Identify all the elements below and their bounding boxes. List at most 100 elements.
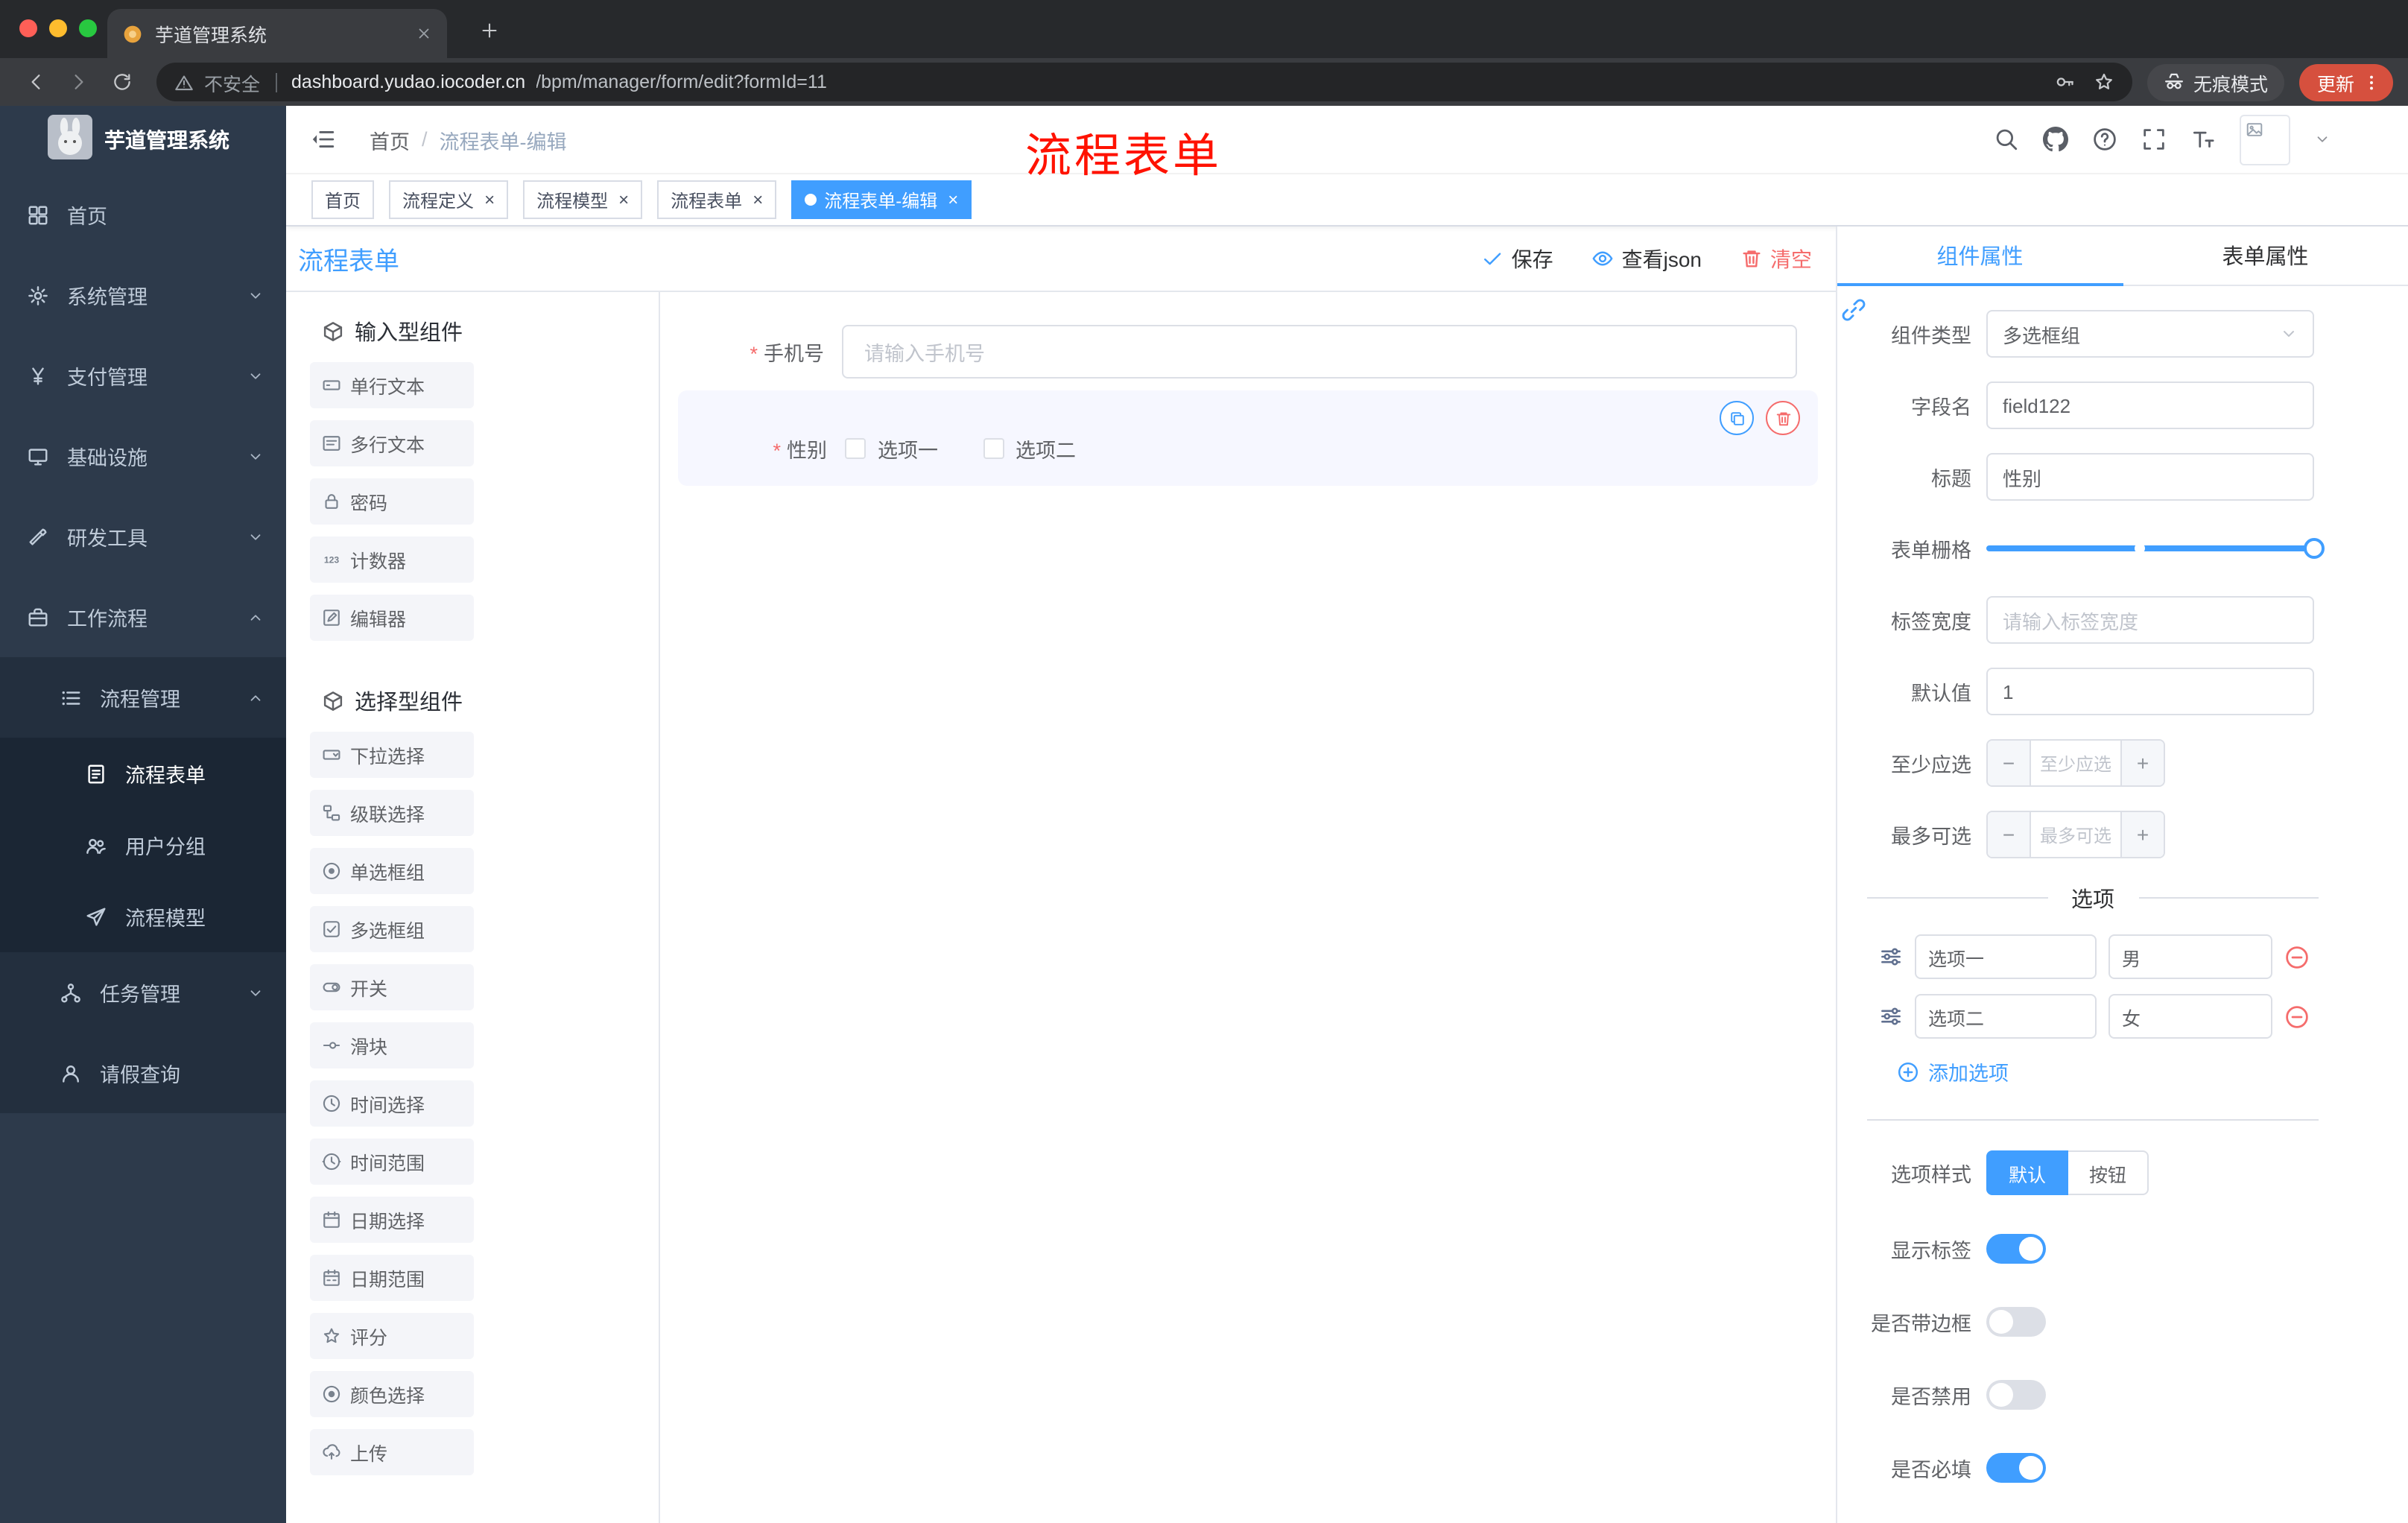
sidebar-item-基础设施[interactable]: 基础设施 — [0, 416, 286, 496]
tag-close-icon[interactable]: × — [618, 189, 629, 210]
form-canvas[interactable]: 手机号 请输入手机号 — [660, 292, 1836, 1523]
sidebar-item-研发工具[interactable]: 研发工具 — [0, 496, 286, 577]
component-上传[interactable]: 上传 — [310, 1429, 474, 1475]
help-icon[interactable] — [2092, 127, 2117, 152]
component-计数器[interactable]: 123 计数器 — [310, 536, 474, 583]
window-minimize-button[interactable] — [49, 19, 67, 37]
max-select-input[interactable]: 最多可选 — [2031, 812, 2120, 857]
tag-流程表单[interactable]: 流程表单 × — [657, 180, 777, 219]
title-input[interactable]: 性别 — [1986, 453, 2314, 501]
toggle-是否必填[interactable] — [1986, 1453, 2046, 1483]
component-级联选择[interactable]: 级联选择 — [310, 790, 474, 836]
decrease-button[interactable]: − — [1988, 741, 2031, 785]
tab-close-icon[interactable] — [416, 25, 432, 42]
component-评分[interactable]: 评分 — [310, 1313, 474, 1359]
component-type-select[interactable]: 多选框组 — [1986, 310, 2314, 358]
min-select-input[interactable]: 至少应选 — [2031, 741, 2120, 785]
link-icon[interactable] — [1840, 297, 1867, 323]
delete-widget-icon[interactable] — [1766, 401, 1800, 435]
kebab-menu-icon[interactable] — [2362, 72, 2381, 92]
search-icon[interactable] — [1994, 127, 2019, 152]
view-json-button[interactable]: 查看json — [1592, 244, 1702, 273]
sidebar-item-流程表单[interactable]: 流程表单 — [0, 738, 286, 809]
tag-流程定义[interactable]: 流程定义 × — [389, 180, 509, 219]
checkbox-选项一[interactable]: 选项一 — [845, 434, 938, 463]
component-单选框组[interactable]: 单选框组 — [310, 848, 474, 894]
component-日期选择[interactable]: 日期选择 — [310, 1197, 474, 1243]
component-下拉选择[interactable]: 下拉选择 — [310, 732, 474, 778]
sidebar-item-工作流程[interactable]: 工作流程 — [0, 577, 286, 657]
browser-update-button[interactable]: 更新 — [2298, 63, 2393, 101]
breadcrumb-home[interactable]: 首页 — [370, 124, 410, 154]
remove-option-icon[interactable] — [2284, 944, 2310, 969]
sidebar-item-请假查询[interactable]: 请假查询 — [0, 1033, 286, 1113]
password-key-icon[interactable] — [2055, 72, 2076, 92]
browser-tab[interactable]: 芋道管理系统 — [107, 9, 447, 58]
selected-widget-gender[interactable]: 性别 选项一 选项二 — [678, 390, 1818, 486]
slider-handle[interactable] — [2304, 538, 2325, 559]
field-phone[interactable]: 手机号 请输入手机号 — [678, 325, 1797, 379]
component-编辑器[interactable]: 编辑器 — [310, 595, 474, 641]
sidebar-item-流程管理[interactable]: 流程管理 — [0, 657, 286, 738]
tag-流程表单-编辑[interactable]: 流程表单-编辑 × — [791, 180, 972, 219]
style-default-button[interactable]: 默认 — [1986, 1150, 2069, 1195]
tag-close-icon[interactable]: × — [752, 189, 763, 210]
option-value-input[interactable]: 女 — [2108, 994, 2272, 1039]
increase-button[interactable]: + — [2120, 741, 2164, 785]
sidebar-item-任务管理[interactable]: 任务管理 — [0, 952, 286, 1033]
component-多行文本[interactable]: 多行文本 — [310, 420, 474, 466]
toggle-是否禁用[interactable] — [1986, 1380, 2046, 1410]
tag-close-icon[interactable]: × — [484, 189, 495, 210]
grid-slider[interactable] — [1986, 525, 2325, 572]
option-label-input[interactable]: 选项二 — [1915, 994, 2097, 1039]
add-option-button[interactable]: 添加选项 — [1897, 1057, 2408, 1086]
sidebar-item-流程模型[interactable]: 流程模型 — [0, 881, 286, 952]
default-value-input[interactable]: 1 — [1986, 668, 2314, 715]
decrease-button[interactable]: − — [1988, 812, 2031, 857]
github-icon[interactable] — [2043, 127, 2068, 152]
label-width-input[interactable]: 请输入标签宽度 — [1986, 596, 2314, 644]
window-close-button[interactable] — [19, 19, 37, 37]
component-日期范围[interactable]: 日期范围 — [310, 1255, 474, 1301]
tab-component-props[interactable]: 组件属性 — [1837, 227, 2123, 286]
forward-icon[interactable] — [58, 63, 98, 101]
tag-流程模型[interactable]: 流程模型 × — [523, 180, 643, 219]
style-button-button[interactable]: 按钮 — [2068, 1150, 2149, 1195]
fullscreen-icon[interactable] — [2141, 127, 2167, 152]
sidebar-item-系统管理[interactable]: 系统管理 — [0, 255, 286, 335]
component-密码[interactable]: 密码 — [310, 478, 474, 525]
component-开关[interactable]: 开关 — [310, 964, 474, 1010]
increase-button[interactable]: + — [2120, 812, 2164, 857]
font-size-icon[interactable] — [2190, 127, 2216, 152]
sidebar-item-首页[interactable]: 首页 — [0, 174, 286, 255]
reload-icon[interactable] — [101, 63, 142, 101]
user-menu-caret-icon[interactable] — [2314, 131, 2331, 148]
toggle-是否带边框[interactable] — [1986, 1307, 2046, 1337]
field-name-input[interactable]: field122 — [1986, 381, 2314, 429]
avatar[interactable] — [2240, 114, 2290, 165]
window-zoom-button[interactable] — [79, 19, 97, 37]
clear-button[interactable]: 清空 — [1740, 244, 1812, 273]
component-多选框组[interactable]: 多选框组 — [310, 906, 474, 952]
component-颜色选择[interactable]: 颜色选择 — [310, 1371, 474, 1417]
save-button[interactable]: 保存 — [1482, 244, 1553, 273]
tab-form-props[interactable]: 表单属性 — [2123, 227, 2408, 285]
drag-handle-icon[interactable] — [1879, 1004, 1903, 1028]
sidebar-item-用户分组[interactable]: 用户分组 — [0, 809, 286, 881]
phone-input[interactable]: 请输入手机号 — [842, 325, 1797, 379]
checkbox-选项二[interactable]: 选项二 — [983, 434, 1076, 463]
component-滑块[interactable]: 滑块 — [310, 1022, 474, 1068]
drag-handle-icon[interactable] — [1879, 945, 1903, 969]
tag-首页[interactable]: 首页 — [311, 180, 375, 219]
new-tab-button[interactable] — [471, 12, 507, 48]
copy-widget-icon[interactable] — [1720, 401, 1754, 435]
toggle-显示标签[interactable] — [1986, 1234, 2046, 1264]
back-icon[interactable] — [15, 63, 55, 101]
option-label-input[interactable]: 选项一 — [1915, 934, 2097, 979]
menu-fold-icon[interactable] — [310, 127, 335, 152]
option-value-input[interactable]: 男 — [2108, 934, 2272, 979]
remove-option-icon[interactable] — [2284, 1004, 2310, 1029]
address-bar[interactable]: 不安全 dashboard.yudao.iocoder.cn/bpm/manag… — [156, 63, 2132, 101]
component-时间范围[interactable]: 时间范围 — [310, 1139, 474, 1185]
tag-close-icon[interactable]: × — [948, 189, 958, 210]
